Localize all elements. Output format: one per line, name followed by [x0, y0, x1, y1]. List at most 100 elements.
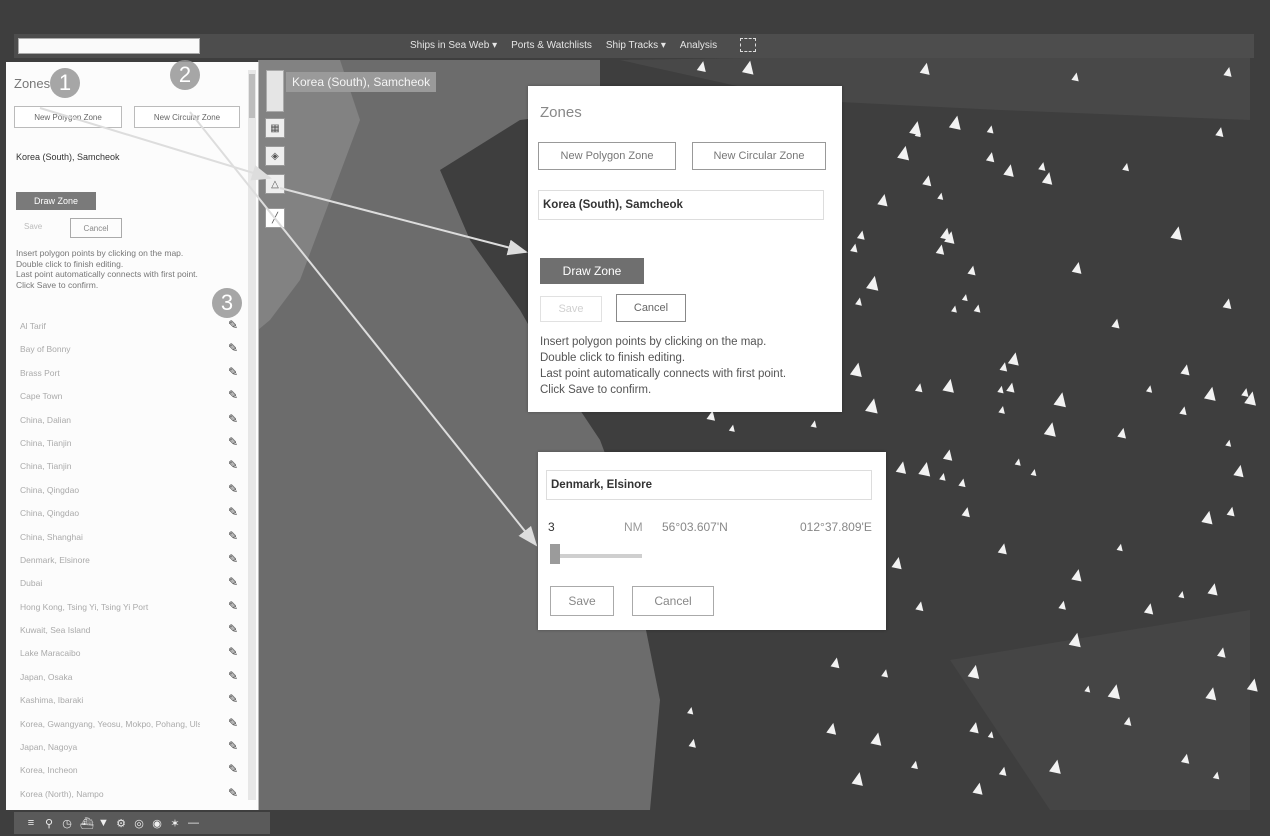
ship-icon[interactable]: ⛴	[80, 817, 94, 830]
zone-list-item[interactable]: Hong Kong, Tsing Yi, Tsing Yi Port ✎	[6, 596, 246, 619]
new-circular-zone-button[interactable]: New Circular Zone	[134, 106, 240, 128]
bottom-toolbar: ≡ ⚲ ◷ ⛴ ▼ ⚙ ◎ ◉ ✶ —	[14, 812, 270, 834]
zone-list-item[interactable]: Korea (North), Nampo ✎	[6, 783, 246, 806]
pencil-icon[interactable]: ✎	[228, 645, 238, 659]
pencil-icon[interactable]: ✎	[228, 669, 238, 683]
pencil-icon[interactable]: ✎	[228, 341, 238, 355]
zone-list-item[interactable]: China, Tianjin ✎	[6, 432, 246, 455]
zone-list-item[interactable]: Bay of Bonny ✎	[6, 338, 246, 361]
zone-list-item-name: Lake Maracaibo	[20, 648, 81, 659]
minus-icon[interactable]: —	[188, 817, 199, 829]
top-menu: Ships in Sea Web ▾ Ports & Watchlists Sh…	[410, 40, 717, 51]
zone-list-item[interactable]: China, Shanghai ✎	[6, 526, 246, 549]
pencil-icon[interactable]: ✎	[228, 365, 238, 379]
save-button[interactable]: Save	[540, 296, 602, 322]
zone-list-item-name: Japan, Osaka	[20, 671, 73, 682]
gear-icon[interactable]: ⚙	[116, 817, 126, 830]
pencil-icon[interactable]: ✎	[228, 575, 238, 589]
clock-icon[interactable]: ◷	[62, 817, 72, 830]
instruction-line: Insert polygon points by clicking on the…	[16, 248, 184, 258]
pencil-icon[interactable]: ✎	[228, 692, 238, 706]
pencil-icon[interactable]: ✎	[228, 786, 238, 800]
pencil-icon[interactable]: ✎	[228, 435, 238, 449]
pencil-icon[interactable]: ✎	[228, 552, 238, 566]
circle-tool-icon[interactable]: ◈	[265, 146, 285, 166]
callout-3: 3	[212, 288, 242, 318]
globe-icon[interactable]: ◉	[152, 817, 162, 830]
pencil-icon[interactable]: ✎	[228, 529, 238, 543]
filter-icon[interactable]: ▼	[98, 817, 109, 829]
cancel-button[interactable]: Cancel	[632, 586, 714, 616]
zone-list-item[interactable]: China, Qingdao ✎	[6, 502, 246, 525]
zone-list-item[interactable]: Japan, Osaka ✎	[6, 666, 246, 689]
cancel-button[interactable]: Cancel	[616, 294, 686, 322]
zone-list-item[interactable]: Japan, Nagoya ✎	[6, 736, 246, 759]
measure-tool-icon[interactable]: ╱	[265, 208, 285, 228]
zones-panel-zoom: Zones New Polygon Zone New Circular Zone…	[528, 86, 842, 412]
zone-list-item-name: China, Tianjin	[20, 461, 72, 472]
list-icon[interactable]: ≡	[26, 817, 36, 829]
search-input[interactable]	[18, 38, 200, 54]
polygon-tool-icon[interactable]: △	[265, 174, 285, 194]
settings-icon[interactable]: ◎	[134, 817, 144, 830]
cancel-button[interactable]: Cancel	[70, 218, 122, 238]
zone-list-item-name: China, Qingdao	[20, 508, 80, 519]
new-polygon-zone-button[interactable]: New Polygon Zone	[14, 106, 122, 128]
zone-list-item[interactable]: Korea, Gwangyang, Yeosu, Mokpo, Pohang, …	[6, 713, 246, 736]
pencil-icon[interactable]: ✎	[228, 482, 238, 496]
pencil-icon[interactable]: ✎	[228, 762, 238, 776]
pencil-icon[interactable]: ✎	[228, 739, 238, 753]
new-circular-zone-button[interactable]: New Circular Zone	[692, 142, 826, 170]
zone-name-field[interactable]: Korea (South), Samcheok	[16, 152, 120, 162]
pencil-icon[interactable]: ✎	[228, 318, 238, 332]
zone-list-item-name: Dubai	[20, 578, 43, 589]
radius-slider-track[interactable]	[550, 554, 642, 558]
latitude-value: 56°03.607'N	[662, 520, 728, 534]
zone-list-item[interactable]: Kashima, Ibaraki ✎	[6, 689, 246, 712]
zone-list: Al Tarif ✎ Bay of Bonny ✎ Brass Port ✎ Cape To…	[6, 315, 246, 806]
zone-list-item[interactable]: Lake Maracaibo ✎	[6, 642, 246, 665]
menu-analysis[interactable]: Analysis	[680, 40, 717, 51]
pencil-icon[interactable]: ✎	[228, 622, 238, 636]
zone-list-item-name: Japan, Nagoya	[20, 742, 78, 753]
pencil-icon[interactable]: ✎	[228, 412, 238, 426]
radius-input[interactable]: 3	[548, 520, 555, 534]
menu-ship-tracks[interactable]: Ship Tracks ▾	[606, 40, 666, 51]
zone-list-item[interactable]: Brass Port ✎	[6, 362, 246, 385]
draw-zone-button[interactable]: Draw Zone	[16, 192, 96, 210]
new-polygon-zone-button[interactable]: New Polygon Zone	[538, 142, 676, 170]
scrollbar-thumb[interactable]	[249, 74, 255, 118]
pencil-icon[interactable]: ✎	[228, 388, 238, 402]
menu-ships-in-sea-web[interactable]: Ships in Sea Web ▾	[410, 40, 497, 51]
zoom-slider[interactable]	[266, 70, 284, 112]
draw-zone-button[interactable]: Draw Zone	[540, 258, 644, 284]
radius-slider-handle[interactable]	[550, 544, 560, 564]
save-button[interactable]: Save	[550, 586, 614, 616]
zone-list-item[interactable]: China, Qingdao ✎	[6, 479, 246, 502]
pencil-icon[interactable]: ✎	[228, 716, 238, 730]
zone-list-item-name: Bay of Bonny	[20, 344, 71, 355]
zone-list-item[interactable]: Dubai ✎	[6, 572, 246, 595]
zone-list-item[interactable]: Al Tarif ✎	[6, 315, 246, 338]
pencil-icon[interactable]: ✎	[228, 458, 238, 472]
zones-panel-title: Zones	[540, 104, 582, 121]
zone-list-item[interactable]: China, Tianjin ✎	[6, 455, 246, 478]
layers-icon[interactable]: ▦	[265, 118, 285, 138]
zone-list-item[interactable]: Denmark, Elsinore ✎	[6, 549, 246, 572]
zone-list-item-name: Kashima, Ibaraki	[20, 695, 84, 706]
fullscreen-icon[interactable]	[740, 38, 756, 52]
instruction-line: Last point automatically connects with f…	[16, 269, 198, 279]
zone-list-item[interactable]: China, Dalian ✎	[6, 409, 246, 432]
search-icon[interactable]: ⚲	[44, 817, 54, 830]
sidebar-scrollbar[interactable]	[248, 70, 256, 800]
zone-list-item[interactable]: Cape Town ✎	[6, 385, 246, 408]
zone-list-item[interactable]: Korea, Incheon ✎	[6, 759, 246, 782]
zone-name-field[interactable]: Denmark, Elsinore	[546, 470, 872, 500]
menu-ports-watchlists[interactable]: Ports & Watchlists	[511, 40, 592, 51]
zone-name-field[interactable]: Korea (South), Samcheok	[538, 190, 824, 220]
pencil-icon[interactable]: ✎	[228, 599, 238, 613]
pencil-icon[interactable]: ✎	[228, 505, 238, 519]
save-button[interactable]: Save	[24, 222, 42, 231]
star-icon[interactable]: ✶	[170, 817, 180, 830]
zone-list-item[interactable]: Kuwait, Sea Island ✎	[6, 619, 246, 642]
